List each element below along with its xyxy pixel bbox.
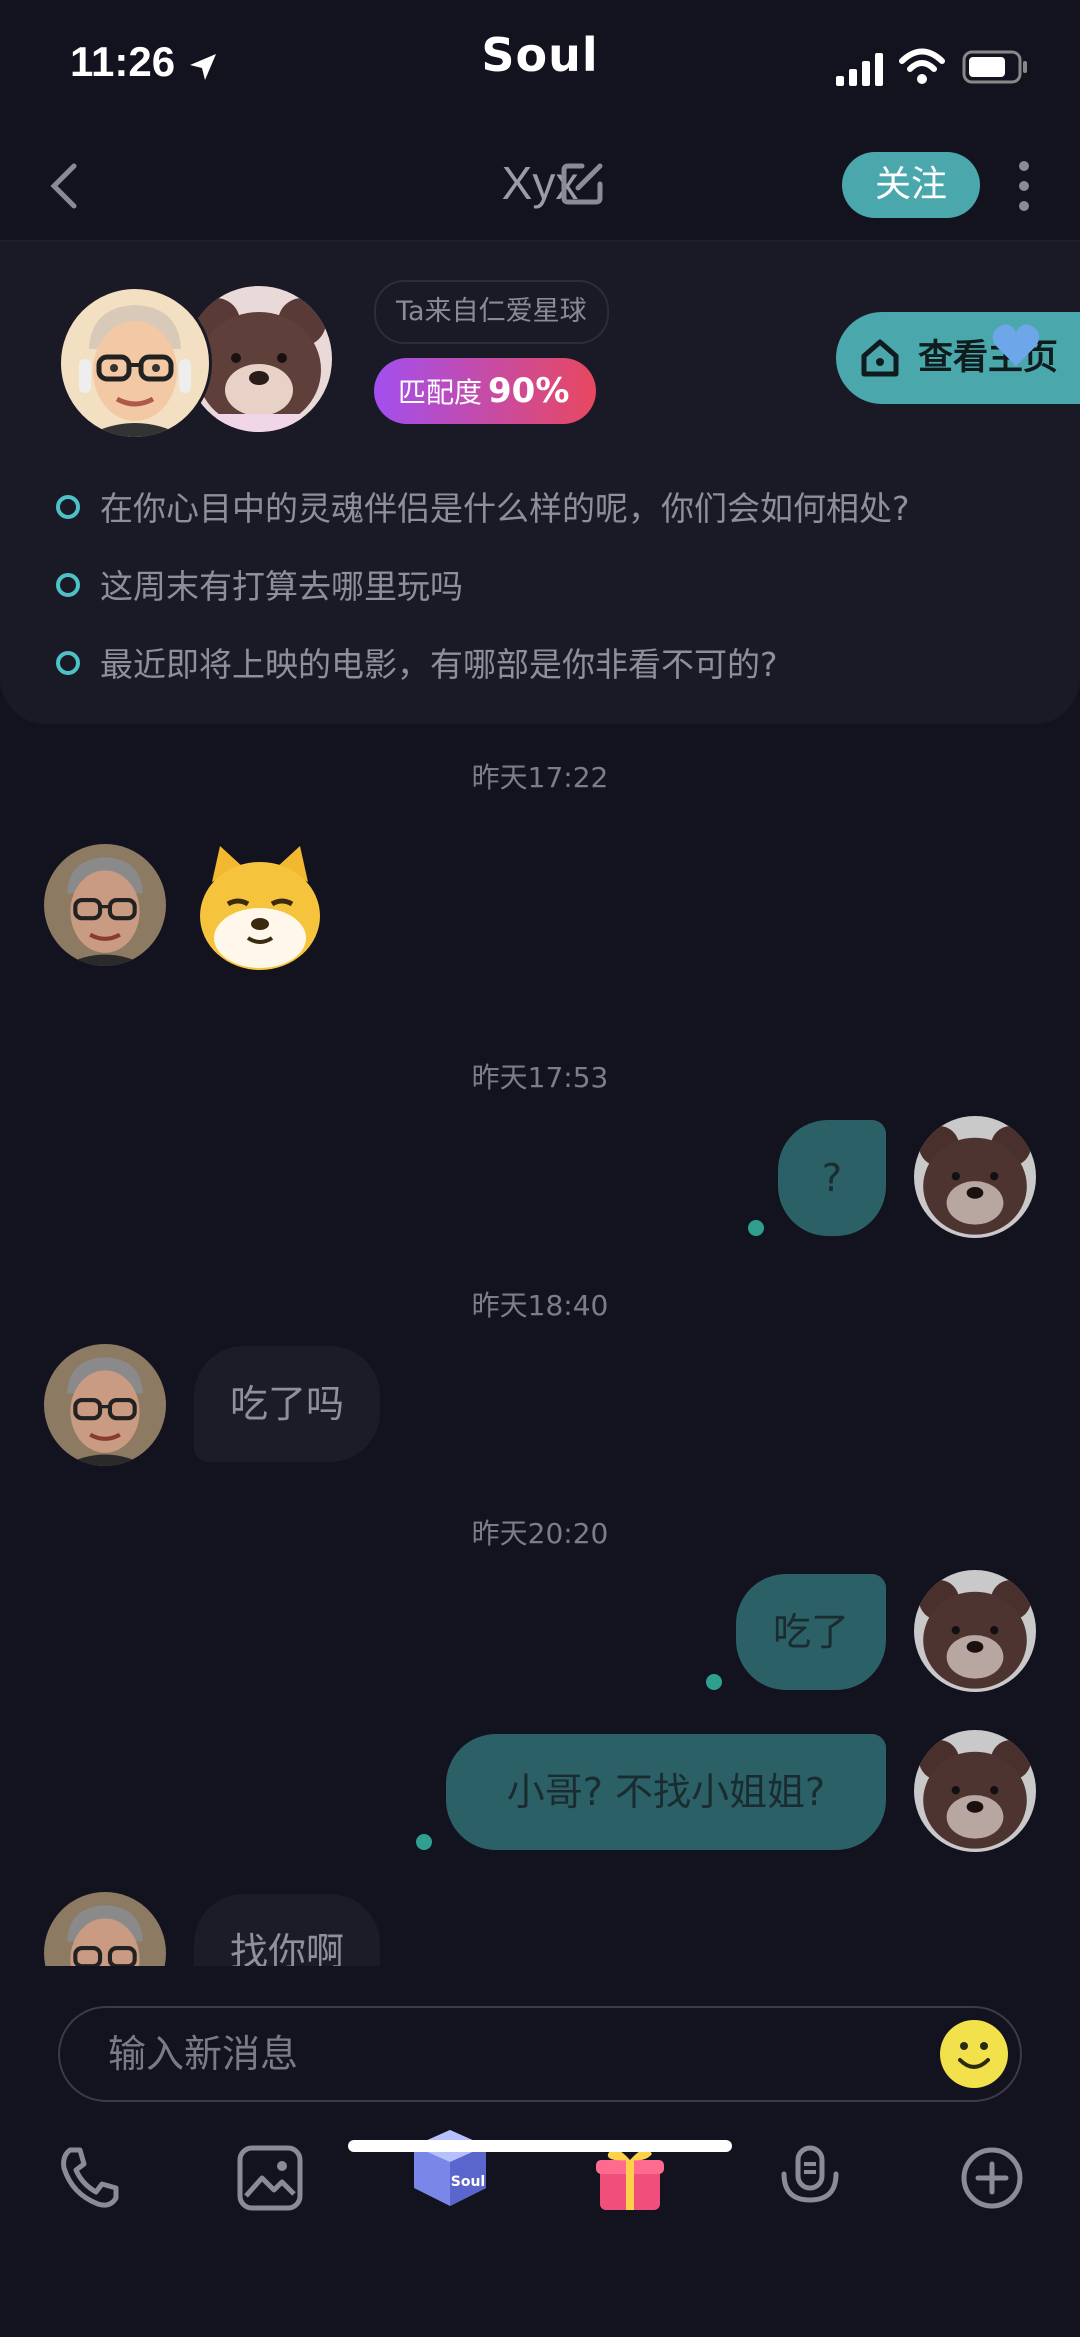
topic-bullet-icon (56, 494, 80, 519)
match-value: 90% (488, 371, 570, 411)
outgoing-message-bubble[interactable]: 小哥? 不找小姐姐? (446, 1734, 886, 1850)
partner-avatar[interactable] (58, 286, 212, 440)
memoji-avatar-icon (63, 857, 147, 966)
soul-box-logo: Soul (451, 2174, 485, 2190)
memoji-avatar-icon (63, 1357, 147, 1466)
heart-icon (992, 324, 1040, 366)
topic-text: 这周末有打算去哪里玩吗 (100, 567, 463, 606)
topic-text: 在你心目中的灵魂伴侣是什么样的呢，你们会如何相处? (100, 489, 910, 528)
my-message-avatar[interactable] (914, 1570, 1036, 1692)
timestamp: 昨天17:53 (471, 1061, 609, 1094)
timestamp: 昨天18:40 (471, 1289, 609, 1322)
nav-bar: Xyx 关注 (0, 130, 1080, 242)
plus-icon[interactable] (952, 2138, 1032, 2218)
topic-suggestion[interactable]: 在你心目中的灵魂伴侣是什么样的呢，你们会如何相处? (56, 482, 910, 530)
my-message-avatar[interactable] (914, 1730, 1036, 1852)
battery-icon (962, 50, 1027, 84)
smiley-icon (958, 2042, 990, 2069)
message-input-placeholder: 输入新消息 (108, 2032, 299, 2076)
topic-bullet-icon (56, 572, 80, 597)
wifi-icon (899, 48, 945, 84)
status-bar: 11:26 Soul (0, 0, 1080, 130)
voice-icon[interactable] (770, 2138, 850, 2218)
signal-icon (836, 53, 883, 86)
origin-planet-tag: Ta来自仁爱星球 (374, 280, 609, 344)
edit-note-icon[interactable] (560, 160, 606, 206)
partner-message-avatar[interactable] (44, 1892, 166, 1966)
topic-suggestion[interactable]: 最近即将上映的电影，有哪部是你非看不可的? (56, 638, 778, 686)
more-options-icon[interactable] (1012, 156, 1036, 216)
my-message-avatar[interactable] (914, 1116, 1036, 1238)
message-list[interactable]: 昨天17:22 昨天17:53 ? 昨天18:40 吃了吗 昨天20:20 吃了… (0, 724, 1080, 1966)
image-icon[interactable] (230, 2138, 310, 2218)
unread-indicator (416, 1834, 432, 1850)
unread-indicator (748, 1220, 764, 1236)
unread-indicator (706, 1674, 722, 1690)
bear-avatar-icon (919, 1740, 1031, 1849)
bear-avatar-icon (919, 1580, 1031, 1689)
follow-button[interactable]: 关注 (842, 152, 980, 218)
match-label: 匹配度 (398, 376, 483, 409)
soul-box-icon[interactable]: Soul (408, 2126, 492, 2210)
outgoing-message-bubble[interactable]: 吃了 (736, 1574, 886, 1690)
message-input[interactable]: 输入新消息 (58, 2006, 1022, 2102)
emoji-button[interactable] (940, 2020, 1008, 2088)
partner-message-avatar[interactable] (44, 844, 166, 966)
timestamp: 昨天17:22 (471, 761, 609, 794)
topic-suggestion[interactable]: 这周末有打算去哪里玩吗 (56, 560, 463, 608)
outgoing-message-bubble[interactable]: ? (778, 1120, 886, 1236)
topic-text: 最近即将上映的电影，有哪部是你非看不可的? (100, 645, 778, 684)
match-degree-pill: 匹配度 90% (374, 358, 596, 424)
view-homepage-button[interactable]: 查看主页 (836, 312, 1080, 404)
home-indicator[interactable] (348, 2140, 732, 2152)
timestamp: 昨天20:20 (471, 1517, 609, 1550)
incoming-message-bubble[interactable]: 吃了吗 (194, 1346, 381, 1462)
phone-icon[interactable] (50, 2138, 130, 2218)
home-icon (861, 339, 899, 377)
topic-bullet-icon (56, 650, 80, 675)
memoji-avatar-icon (67, 1905, 143, 1966)
doge-sticker-icon[interactable] (192, 842, 328, 974)
memoji-avatar-icon (79, 305, 191, 437)
bear-avatar-icon (919, 1126, 1031, 1235)
incoming-message-bubble[interactable]: 找你啊 (194, 1894, 381, 1966)
match-profile-card: Ta来自仁爱星球 匹配度 90% 查看主页 在你心目中的灵魂伴侣是什么样的呢，你们… (0, 242, 1080, 724)
partner-message-avatar[interactable] (44, 1344, 166, 1466)
